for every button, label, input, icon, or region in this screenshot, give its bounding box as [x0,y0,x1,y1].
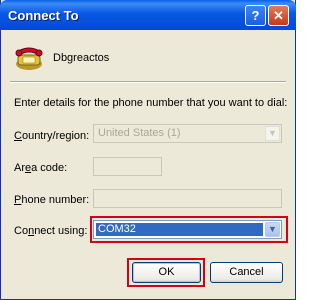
chevron-down-icon: ▼ [265,126,280,141]
divider [10,81,286,83]
area-code-label: Area code: [14,162,68,174]
connect-using-label: Connect using: [14,225,88,237]
country-label: Country/region: [14,130,90,142]
instructions-text: Enter details for the phone number that … [14,97,288,109]
phone-number-input[interactable] [93,189,282,208]
country-value: United States (1) [98,127,181,139]
connection-name: Dbgreactos [53,52,110,64]
phone-icon [15,47,43,70]
connect-to-dialog: Connect To ? ✕ Dbgreactos Enter details … [0,0,296,300]
title-bar[interactable]: Connect To ? ✕ [0,0,296,30]
connect-using-select[interactable]: COM32 ▼ [93,220,282,239]
country-select: United States (1) ▼ [93,124,282,143]
help-button[interactable]: ? [245,5,266,26]
chevron-down-icon[interactable]: ▼ [265,222,280,237]
phone-number-label: Phone number: [14,194,90,206]
cancel-button[interactable]: Cancel [210,262,283,283]
connect-using-value: COM32 [96,223,263,236]
area-code-input[interactable] [93,157,162,176]
ok-button[interactable]: OK [132,262,201,283]
window-title: Connect To [8,8,79,23]
close-button[interactable]: ✕ [268,5,289,26]
